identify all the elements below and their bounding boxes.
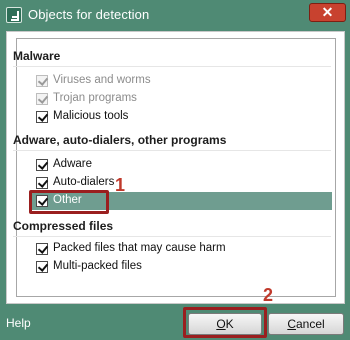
annotation-step-1: 1 <box>115 175 126 195</box>
viruses-and-worms-label: Viruses and worms <box>53 74 151 86</box>
packed-files-checkbox[interactable] <box>36 243 48 255</box>
window-title: Objects for detection <box>28 7 150 22</box>
list-item-trojan-programs[interactable]: Trojan programs <box>36 90 322 108</box>
annotation-highlight-other <box>29 190 109 214</box>
dialog-window: Objects for detection ✕ Malware Viruses … <box>0 0 350 340</box>
title-bar[interactable]: Objects for detection ✕ <box>0 0 350 30</box>
cancel-mnemonic: C <box>287 317 296 331</box>
section-title-compressed-files: Compressed files <box>13 219 114 233</box>
list-item-adware[interactable]: Adware <box>36 156 322 174</box>
annotation-step-2: 2 <box>263 285 274 305</box>
trojan-programs-label: Trojan programs <box>53 92 137 104</box>
trojan-programs-checkbox[interactable] <box>36 93 48 105</box>
auto-dialers-label: Auto-dialers <box>53 176 115 188</box>
annotation-highlight-ok <box>183 307 267 338</box>
auto-dialers-checkbox[interactable] <box>36 177 48 189</box>
section-title-malware: Malware <box>13 49 61 63</box>
adware-checkbox[interactable] <box>36 159 48 171</box>
malicious-tools-checkbox[interactable] <box>36 111 48 123</box>
list-item-malicious-tools[interactable]: Malicious tools <box>36 108 322 126</box>
close-button[interactable]: ✕ <box>309 3 346 22</box>
cancel-button[interactable]: Cancel <box>268 313 344 335</box>
adware-label: Adware <box>53 158 92 170</box>
section-divider <box>13 150 331 151</box>
list-item-packed-files[interactable]: Packed files that may cause harm <box>36 240 322 258</box>
section-title-adware: Adware, auto-dialers, other programs <box>13 133 227 147</box>
multi-packed-files-checkbox[interactable] <box>36 261 48 273</box>
packed-files-label: Packed files that may cause harm <box>53 242 226 254</box>
list-item-multi-packed-files[interactable]: Multi-packed files <box>36 258 322 276</box>
kaspersky-app-icon <box>6 7 22 23</box>
cancel-label: ancel <box>295 317 325 331</box>
close-icon: ✕ <box>321 4 334 20</box>
malicious-tools-label: Malicious tools <box>53 110 129 122</box>
help-link[interactable]: Help <box>6 316 31 330</box>
list-item-viruses-and-worms[interactable]: Viruses and worms <box>36 72 322 90</box>
section-divider <box>13 236 331 237</box>
viruses-and-worms-checkbox[interactable] <box>36 75 48 87</box>
multi-packed-files-label: Multi-packed files <box>53 260 142 272</box>
section-divider <box>13 66 331 67</box>
